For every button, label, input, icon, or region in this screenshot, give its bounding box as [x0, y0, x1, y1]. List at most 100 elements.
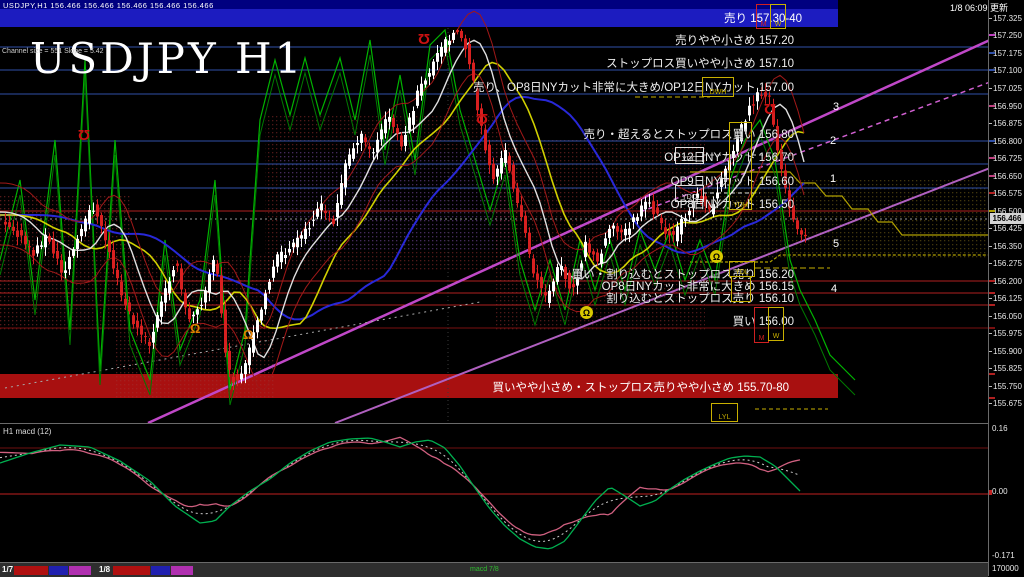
session-color-segment [49, 566, 68, 575]
pattern-marker-icon: Ω [580, 306, 593, 319]
price-tick-label: 157.250 [993, 31, 1022, 40]
wave-count-number: 3 [833, 101, 839, 113]
macd-scale-max: 0.16 [992, 424, 1008, 433]
indicator-name-label: H1 macd (12) [3, 427, 51, 436]
price-tick-label: 157.025 [993, 84, 1022, 93]
level-color-mark [989, 373, 995, 375]
price-tick-label: 155.675 [993, 399, 1022, 408]
price-tick-mark [989, 88, 992, 89]
price-tick-mark [989, 228, 992, 229]
price-tick-mark [989, 351, 992, 352]
reference-level-box: M [756, 4, 771, 29]
pattern-marker-icon: Ω [243, 327, 253, 342]
level-annotation: 売り・超えるとストップロス買い 156.80 [583, 126, 794, 142]
wave-count-number: 5 [833, 238, 839, 250]
last-updated-label: 1/8 06:09 更新 [950, 1, 1008, 14]
buy-zone-label: 買いやや小さめ・ストップロス売りやや小さめ 155.70-80 [493, 379, 790, 395]
price-tick-label: 156.575 [993, 189, 1022, 198]
session-color-segment [151, 566, 170, 575]
price-tick-mark [989, 316, 992, 317]
reference-level-box: M [754, 307, 769, 343]
current-price-box: 156.466 [990, 213, 1024, 224]
pattern-marker-icon: Ω [190, 321, 200, 336]
reference-level-box: YDH [729, 122, 752, 210]
price-tick-label: 156.725 [993, 154, 1022, 163]
reference-level-box: W [768, 307, 784, 341]
level-annotation: 売り、OP8日NYカット非常に大きめ/OP12日NYカット 157.00 [473, 79, 794, 95]
pattern-marker-icon: Ω [78, 126, 90, 143]
price-tick-label: 156.200 [993, 277, 1022, 286]
level-annotation: 売りやや小さめ 157.20 [675, 32, 794, 48]
level-color-mark [989, 192, 995, 194]
level-color-mark [989, 304, 995, 306]
reference-level-box: YDC [675, 147, 704, 164]
price-tick-label: 156.275 [993, 259, 1022, 268]
level-color-mark [989, 397, 995, 399]
macd-zero-mark [989, 490, 992, 495]
level-color-mark [989, 175, 995, 177]
pattern-marker-icon: Ω [476, 110, 488, 127]
price-tick-label: 155.975 [993, 329, 1022, 338]
price-tick-label: 157.175 [993, 49, 1022, 58]
price-axis[interactable]: 156.466 0.16 0.00 -0.171 170000 157.325 1… [988, 0, 1024, 576]
level-color-mark [989, 210, 995, 212]
price-tick-label: 156.125 [993, 294, 1022, 303]
reference-level-box: LYL [711, 403, 738, 422]
price-tick-label: 157.325 [993, 14, 1022, 23]
wave-count-number: 2 [830, 135, 836, 147]
price-tick-mark [989, 18, 992, 19]
reference-level-box: YDO [675, 185, 704, 202]
mt4-chart-window: USDJPY,H1 156.466 156.466 156.466 156.46… [0, 0, 1024, 576]
timeline-scrollbar[interactable]: macd 7/8 1/7 1/8 [0, 562, 988, 577]
wave-count-number: 4 [831, 283, 837, 295]
footer-note: macd 7/8 [470, 566, 499, 573]
level-color-mark [989, 52, 995, 54]
price-tick-mark [989, 403, 992, 404]
price-tick-label: 156.950 [993, 102, 1022, 111]
price-tick-mark [989, 123, 992, 124]
reference-level-box: YDL [729, 261, 755, 277]
price-tick-mark [989, 368, 992, 369]
price-tick-label: 156.425 [993, 224, 1022, 233]
level-annotation: 割り込むとストップロス売り 156.10 [606, 290, 794, 306]
level-color-mark [989, 280, 995, 282]
level-color-mark [989, 292, 995, 294]
price-tick-label: 156.650 [993, 172, 1022, 181]
price-tick-label: 156.050 [993, 312, 1022, 321]
macd-scale-zero: 0.00 [992, 487, 1008, 496]
reference-level-box: W [770, 4, 786, 29]
footer-date-label: 1/7 [2, 565, 13, 574]
reference-level-box [731, 276, 751, 302]
main-chart-area[interactable]: USDJPY,H1 156.466 156.466 156.466 156.46… [0, 0, 988, 423]
level-color-mark [989, 157, 995, 159]
price-tick-label: 155.900 [993, 347, 1022, 356]
pattern-marker-icon: Ω [764, 100, 776, 117]
price-tick-label: 156.875 [993, 119, 1022, 128]
price-tick-mark [989, 333, 992, 334]
macd-subwindow[interactable]: H1 macd (12) [0, 423, 988, 562]
level-color-mark [989, 327, 995, 329]
corner-value-label: 170000 [992, 564, 1019, 573]
level-color-mark [989, 140, 995, 142]
chart-watermark: USDJPY H1 [30, 34, 304, 83]
symbol-status-line: USDJPY,H1 156.466 156.466 156.466 156.46… [3, 1, 214, 10]
session-color-segment [113, 566, 150, 575]
level-color-mark [989, 34, 995, 36]
channel-info-label: Channel size = 551 Slope = 5.42 [2, 48, 104, 55]
price-tick-label: 156.800 [993, 137, 1022, 146]
macd-scale-min: -0.171 [992, 551, 1015, 560]
footer-date-label: 1/8 [99, 565, 110, 574]
session-color-segment [171, 566, 193, 575]
reference-level-box: DWH [702, 77, 734, 97]
price-tick-mark [989, 298, 992, 299]
session-color-segment [69, 566, 91, 575]
level-annotation: ストップロス買いやや小さめ 157.10 [606, 55, 794, 71]
price-tick-mark [989, 246, 992, 247]
level-color-mark [989, 69, 995, 71]
wave-count-number: 1 [830, 173, 836, 185]
macd-canvas [0, 424, 988, 561]
price-tick-label: 155.825 [993, 364, 1022, 373]
price-tick-label: 156.350 [993, 242, 1022, 251]
price-tick-mark [989, 386, 992, 387]
price-tick-mark [989, 263, 992, 264]
